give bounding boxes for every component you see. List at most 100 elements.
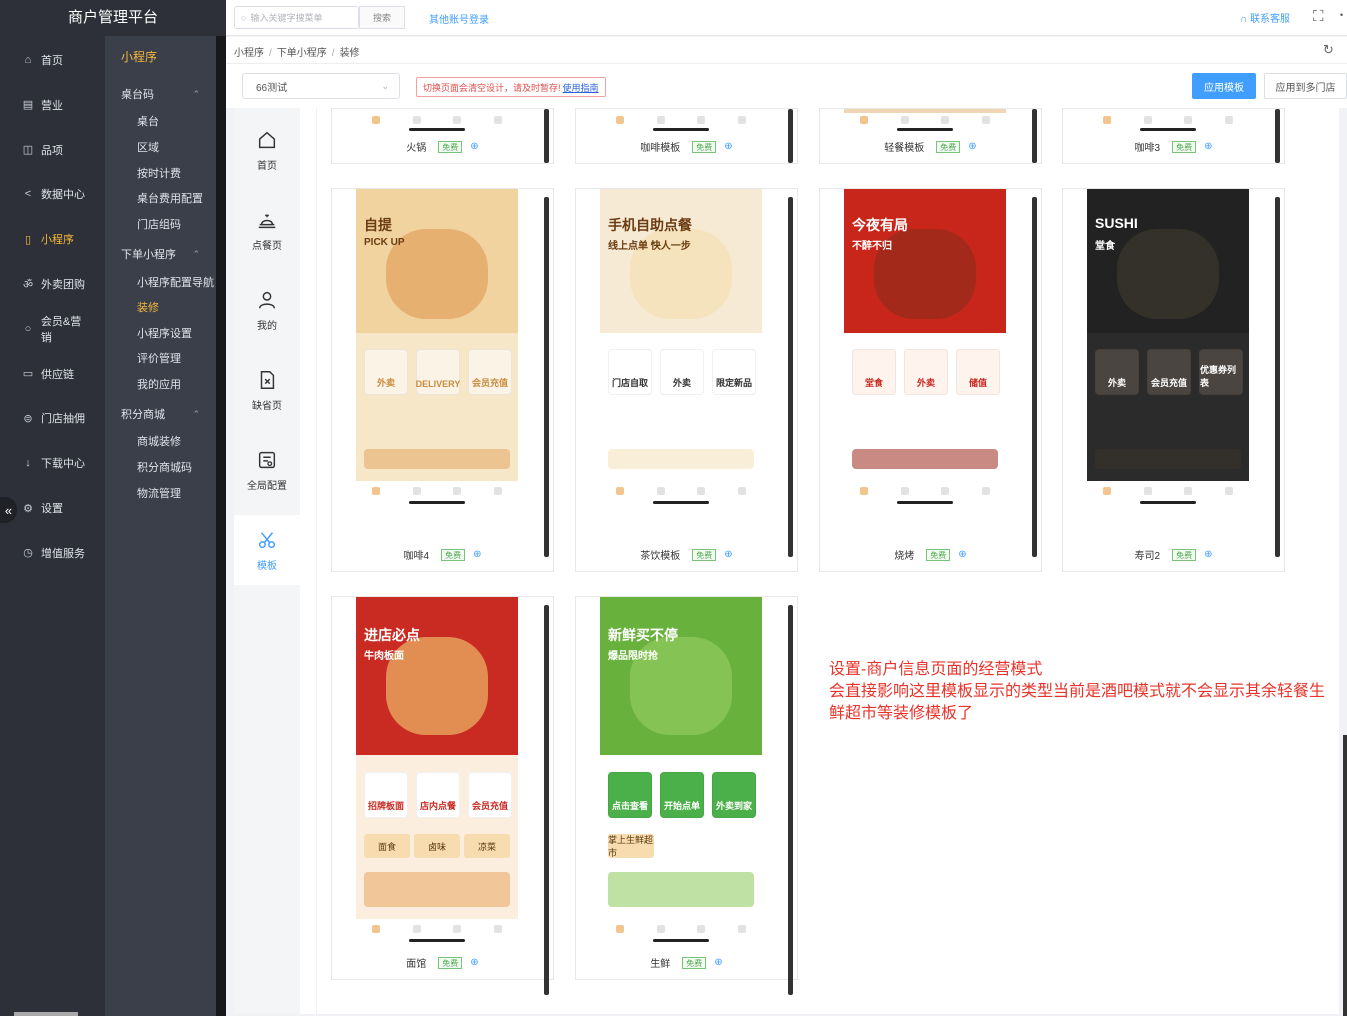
more-icon[interactable]: •	[1340, 10, 1343, 20]
sidebar-item[interactable]: < 数据中心	[0, 179, 92, 209]
submenu-item[interactable]: 区域	[105, 136, 226, 158]
submenu-group[interactable]: 下单小程序 ⌃	[105, 243, 226, 265]
page-nav-item[interactable]: 首页	[234, 115, 300, 185]
page-nav-label: 点餐页	[252, 240, 282, 252]
preview-icon[interactable]: ⊕	[1204, 141, 1212, 152]
preview-scrollbar[interactable]	[544, 197, 549, 557]
preview-promo-banner	[1095, 449, 1241, 469]
contact-service-link[interactable]: ∩ 联系客服	[1240, 10, 1290, 25]
sidebar-item[interactable]: ○ 会员&营销	[0, 314, 92, 344]
preview-scrollbar[interactable]	[1032, 109, 1037, 163]
preview-icon[interactable]: ⊕	[714, 957, 722, 968]
submenu-item[interactable]: 桌台	[105, 110, 226, 132]
preview-scrollbar[interactable]	[544, 109, 549, 163]
page-scrollbar[interactable]	[1343, 735, 1347, 1016]
template-card[interactable]: 咖啡3 免费 ⊕	[1062, 108, 1285, 164]
sidebar-item[interactable]: ◷ 增值服务	[0, 538, 92, 568]
submenu-item[interactable]: 物流管理	[105, 482, 226, 504]
apply-multi-store-button[interactable]: 应用到多门店	[1264, 73, 1347, 99]
preview-icon[interactable]: ⊕	[968, 141, 976, 152]
submenu-item[interactable]: 按时计费	[105, 162, 226, 184]
template-card[interactable]: 进店必点 牛肉板面 招牌板面 店内点餐 会员充值 面食 卤味 凉菜 面馆 免费 ⊕	[331, 596, 554, 995]
preview-icon[interactable]: ⊕	[473, 549, 481, 560]
template-card[interactable]: 新鲜买不停 爆品限时抢 点击查看 开始点单 外卖到家 掌上生鲜超市 生鲜 免费 ⊕	[575, 596, 798, 995]
preview-icon[interactable]: ⊕	[958, 549, 966, 560]
search-placeholder: 输入关键字搜菜单	[250, 13, 323, 23]
submenu-title: 小程序	[121, 49, 158, 64]
page-nav-item[interactable]: 全局配置	[234, 435, 300, 505]
preview-tabbar	[600, 481, 762, 509]
refresh-icon[interactable]: ↻	[1323, 42, 1334, 58]
preview-entry-button: 招牌板面	[364, 772, 408, 818]
doc-x-icon	[260, 370, 275, 389]
preview-home-indicator	[1140, 501, 1196, 504]
fullscreen-icon[interactable]: ⛶	[1313, 8, 1324, 25]
page-nav-item[interactable]: 模板	[234, 515, 300, 585]
sidebar-item[interactable]: ↓ 下载中心	[0, 448, 92, 478]
preview-scrollbar[interactable]	[544, 605, 549, 995]
preview-icon[interactable]: ⊕	[724, 141, 732, 152]
sidebar-item[interactable]: ▯ 小程序	[0, 224, 92, 254]
template-card[interactable]: 咖啡模板 免费 ⊕	[575, 108, 798, 164]
page-nav-item[interactable]: 我的	[234, 275, 300, 345]
submenu-item[interactable]: 桌台费用配置	[105, 187, 226, 209]
submenu-label: 我的应用	[137, 379, 181, 391]
sidebar-item-label: 设置	[41, 503, 63, 515]
preview-scrollbar[interactable]	[788, 109, 793, 163]
template-card[interactable]: 今夜有局 不醉不归 堂食 外卖 储值 烧烤 免费 ⊕	[819, 188, 1042, 572]
free-badge: 免费	[441, 548, 466, 561]
store-select[interactable]: 66测试 ⌄	[242, 73, 400, 99]
bag-icon: ◫	[22, 144, 34, 157]
preview-scrollbar[interactable]	[788, 605, 793, 995]
apply-template-button[interactable]: 应用模板	[1192, 73, 1256, 99]
preview-scrollbar[interactable]	[1275, 197, 1280, 557]
sidebar-item[interactable]: ◫ 品项	[0, 135, 92, 165]
submenu-item[interactable]: 装修	[105, 296, 226, 318]
page-nav-item[interactable]: 点餐页	[234, 195, 300, 265]
page-nav-label: 全局配置	[247, 480, 287, 492]
submenu-item[interactable]: 小程序设置	[105, 322, 226, 344]
template-name: 面馆	[406, 959, 427, 970]
sidebar-item[interactable]: ▭ 供应链	[0, 359, 92, 389]
submenu-item[interactable]: 积分商城码	[105, 456, 226, 478]
preview-icon[interactable]: ⊕	[1204, 549, 1212, 560]
submenu-group[interactable]: 积分商城 ⌃	[105, 403, 226, 425]
template-card[interactable]: 轻餐模板 免费 ⊕	[819, 108, 1042, 164]
submenu-item[interactable]: 小程序配置导航	[105, 271, 226, 293]
preview-icon[interactable]: ⊕	[470, 957, 478, 968]
submenu-item[interactable]: 门店组码	[105, 213, 226, 235]
preview-scrollbar[interactable]	[788, 197, 793, 557]
preview-scrollbar[interactable]	[1032, 197, 1037, 557]
page-nav-item[interactable]: 缺省页	[234, 355, 300, 425]
sidebar-item[interactable]: ॐ 外卖团购	[0, 269, 92, 299]
search-button[interactable]: 搜索	[359, 6, 405, 29]
preview-banner	[844, 189, 1006, 333]
download-icon: ↓	[25, 457, 31, 470]
menu-search-input[interactable]: ○ 输入关键字搜菜单	[234, 6, 359, 29]
submenu-group[interactable]: 桌台码 ⌃	[105, 83, 226, 105]
preview-scrollbar[interactable]	[1275, 109, 1280, 163]
page-nav-label: 我的	[257, 320, 277, 332]
sidebar-item[interactable]: ⊜ 门店抽佣	[0, 403, 92, 433]
sidebar-item-label: 营业	[41, 99, 63, 112]
template-card[interactable]: 手机自助点餐 线上点单 快人一步 门店自取 外卖 限定新品 茶饮模板 免费 ⊕	[575, 188, 798, 572]
breadcrumb-item[interactable]: 下单小程序	[277, 48, 327, 59]
other-account-login-link[interactable]: 其他账号登录	[429, 11, 489, 26]
breadcrumb-item[interactable]: 小程序	[234, 48, 264, 59]
sidebar-scrollbar[interactable]	[14, 1012, 78, 1016]
sidebar-item[interactable]: ▤ 营业	[0, 90, 92, 120]
preview-icon[interactable]: ⊕	[470, 141, 478, 152]
template-card[interactable]: SUSHI 堂食 外卖 会员充值 优惠券列表 寿司2 免费 ⊕	[1062, 188, 1285, 572]
submenu-item[interactable]: 我的应用	[105, 373, 226, 395]
submenu-item[interactable]: 评价管理	[105, 347, 226, 369]
template-card[interactable]: 火锅 免费 ⊕	[331, 108, 554, 164]
preview-banner	[1087, 189, 1249, 333]
template-preview: 今夜有局 不醉不归 堂食 外卖 储值	[844, 189, 1006, 509]
sidebar-item[interactable]: ⌂ 首页	[0, 45, 92, 75]
submenu-label: 物流管理	[137, 488, 181, 500]
template-preview: 自提 PICK UP 外卖 DELIVERY 会员充值	[356, 189, 518, 509]
submenu-item[interactable]: 商城装修	[105, 430, 226, 452]
guide-link[interactable]: 使用指南	[563, 81, 599, 94]
template-card[interactable]: 自提 PICK UP 外卖 DELIVERY 会员充值 咖啡4 免费 ⊕	[331, 188, 554, 572]
preview-icon[interactable]: ⊕	[724, 549, 732, 560]
